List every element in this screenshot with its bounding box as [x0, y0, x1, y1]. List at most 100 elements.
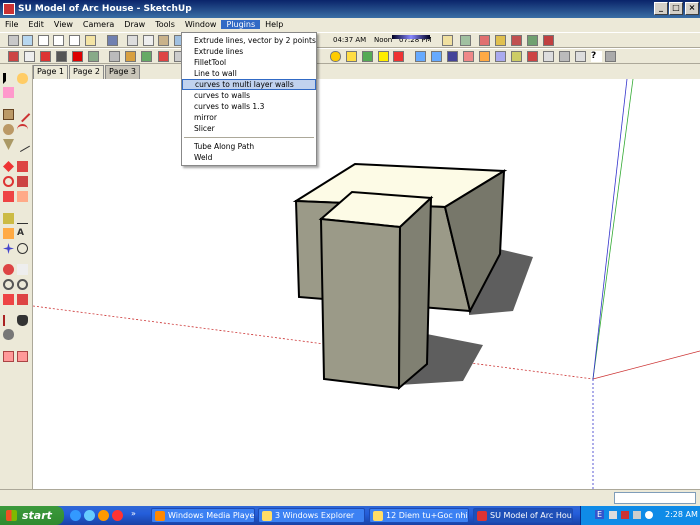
push-pull-icon[interactable] — [17, 161, 28, 172]
get-models-icon[interactable] — [8, 51, 19, 62]
pencil-icon[interactable] — [14, 106, 31, 123]
tool-16-icon[interactable] — [463, 51, 474, 62]
house-icon[interactable] — [38, 35, 49, 46]
tool-12-icon[interactable] — [362, 51, 373, 62]
menu-item-curves-to-multi-layer-walls[interactable]: curves to multi layer walls — [182, 79, 316, 90]
fog-icon[interactable] — [460, 35, 471, 46]
layer-icon[interactable] — [24, 51, 35, 62]
tool-7-icon[interactable] — [125, 51, 136, 62]
menu-item-line-to-wall[interactable]: Line to wall — [182, 68, 316, 79]
gear-icon[interactable] — [109, 51, 120, 62]
plugin-tool-4-icon[interactable] — [527, 35, 538, 46]
previous-view-icon[interactable] — [17, 294, 28, 305]
menu-help[interactable]: Help — [260, 20, 288, 29]
tab-page-3[interactable]: Page 3 — [105, 65, 140, 79]
tool-23-icon[interactable] — [575, 51, 586, 62]
plugin-tool-3-icon[interactable] — [511, 35, 522, 46]
tray-app-2-icon[interactable] — [633, 511, 641, 519]
wireframe-icon[interactable] — [127, 35, 138, 46]
new-file-icon[interactable] — [8, 35, 19, 46]
plugin-tool-2-icon[interactable] — [495, 35, 506, 46]
menu-item-weld[interactable]: Weld — [182, 152, 316, 163]
tool-21-icon[interactable] — [543, 51, 554, 62]
walk-icon[interactable] — [330, 51, 341, 62]
tool-13-icon[interactable] — [415, 51, 426, 62]
paint-icon[interactable] — [72, 51, 83, 62]
menu-edit[interactable]: Edit — [23, 20, 49, 29]
3d-text-icon[interactable] — [17, 243, 28, 254]
menu-item-extrude-lines[interactable]: Extrude lines — [182, 46, 316, 57]
menu-item-curves-to-walls-1-3[interactable]: curves to walls 1.3 — [182, 101, 316, 112]
tool-9-icon[interactable] — [158, 51, 169, 62]
tray-app-1-icon[interactable] — [621, 511, 629, 519]
menu-file[interactable]: File — [0, 20, 23, 29]
taskbar-sketchup[interactable]: SU Model of Arc Hou... — [473, 508, 573, 523]
panda-icon[interactable] — [605, 51, 616, 62]
make-component-icon[interactable] — [17, 73, 28, 84]
shadow-time-slider[interactable] — [392, 35, 430, 39]
hidden-line-icon[interactable] — [143, 35, 154, 46]
menu-item-mirror[interactable]: mirror — [182, 112, 316, 123]
arc-icon[interactable] — [17, 124, 28, 135]
start-button[interactable]: start — [0, 506, 64, 525]
menu-plugins[interactable]: Plugins — [221, 20, 261, 29]
desktop-quicklaunch-icon[interactable] — [70, 510, 81, 521]
scale-icon[interactable] — [3, 191, 14, 202]
rotate-icon[interactable] — [3, 176, 14, 187]
volume-icon[interactable] — [609, 511, 617, 519]
tool-17-icon[interactable] — [479, 51, 490, 62]
menu-window[interactable]: Window — [180, 20, 222, 29]
tool-15-icon[interactable] — [447, 51, 458, 62]
menu-view[interactable]: View — [49, 20, 78, 29]
menu-tools[interactable]: Tools — [150, 20, 180, 29]
display-section-icon[interactable] — [17, 351, 28, 362]
taskbar-windows-explorer[interactable]: 3 Windows Explorer — [258, 508, 365, 523]
menu-camera[interactable]: Camera — [78, 20, 119, 29]
circle-icon[interactable] — [3, 124, 14, 135]
tape-measure-icon[interactable] — [3, 213, 14, 224]
tab-page-2[interactable]: Page 2 — [69, 65, 104, 79]
component-icon[interactable] — [56, 51, 67, 62]
star-icon[interactable] — [378, 51, 389, 62]
app-quicklaunch-icon[interactable] — [112, 510, 123, 521]
plugin-tool-5-icon[interactable] — [543, 35, 554, 46]
menu-item-extrude-lines-vector[interactable]: Extrude lines, vector by 2 points — [182, 35, 316, 46]
offset-icon[interactable] — [17, 191, 28, 202]
pan-icon[interactable] — [17, 264, 28, 275]
protractor-icon[interactable] — [3, 228, 14, 239]
menu-draw[interactable]: Draw — [119, 20, 150, 29]
quicklaunch-chevron-icon[interactable]: » — [131, 509, 136, 518]
maximize-button[interactable]: □ — [669, 2, 683, 15]
menu-item-tube-along-path[interactable]: Tube Along Path — [182, 141, 316, 152]
zoom-window-icon[interactable] — [17, 279, 28, 290]
model-viewport[interactable] — [32, 78, 700, 489]
tool-18-icon[interactable] — [495, 51, 506, 62]
freehand-icon[interactable] — [14, 136, 31, 153]
tool-8-icon[interactable] — [141, 51, 152, 62]
position-camera-icon[interactable] — [3, 315, 14, 326]
taskbar-document[interactable]: 12 Diem tu+Goc nhin... — [369, 508, 469, 523]
plugin-tool-1-icon[interactable] — [479, 35, 490, 46]
menu-item-slicer[interactable]: Slicer — [182, 123, 316, 134]
xray-icon[interactable] — [107, 35, 118, 46]
measurements-box[interactable] — [614, 492, 696, 504]
shaded-icon[interactable] — [158, 35, 169, 46]
tool-14-icon[interactable] — [431, 51, 442, 62]
tray-app-3-icon[interactable] — [645, 511, 653, 519]
share-model-icon[interactable] — [40, 51, 51, 62]
walk-footprints-icon[interactable] — [17, 315, 28, 326]
text-icon[interactable]: A — [17, 228, 28, 239]
front-view-icon[interactable] — [69, 35, 80, 46]
shadow-settings-icon[interactable] — [442, 35, 453, 46]
tree-icon[interactable] — [88, 51, 99, 62]
media-quicklaunch-icon[interactable] — [98, 510, 109, 521]
look-around-icon[interactable] — [3, 329, 14, 340]
language-indicator[interactable]: E — [595, 510, 605, 519]
tool-22-icon[interactable] — [559, 51, 570, 62]
open-file-icon[interactable] — [22, 35, 33, 46]
move-icon[interactable] — [3, 161, 14, 172]
orbit-icon[interactable] — [3, 264, 14, 275]
close-button[interactable]: × — [685, 2, 699, 15]
help-icon[interactable]: ? — [591, 51, 602, 62]
right-view-icon[interactable] — [85, 35, 96, 46]
